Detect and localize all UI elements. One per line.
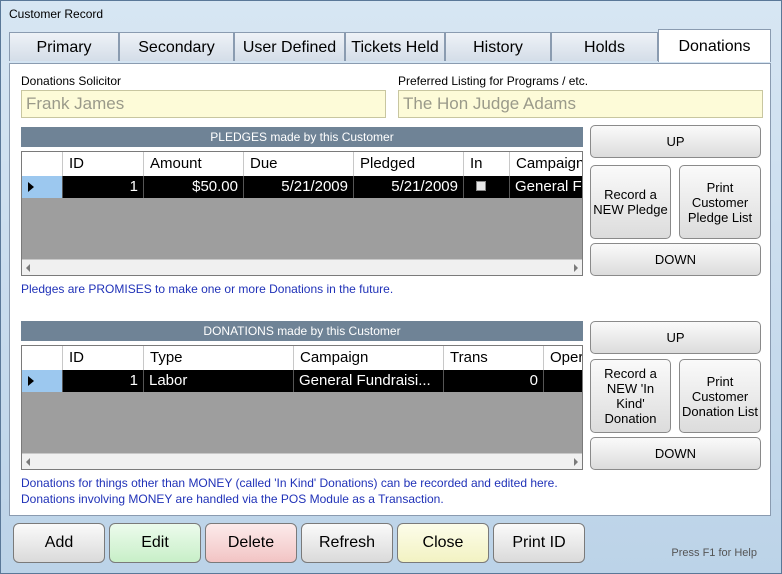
grid-corner bbox=[22, 346, 62, 370]
row-pointer-icon bbox=[28, 376, 34, 386]
scroll-left-icon[interactable] bbox=[26, 264, 30, 272]
cell-oper bbox=[543, 370, 582, 392]
col-trans[interactable]: Trans bbox=[443, 346, 543, 370]
cell-due: 5/21/2009 bbox=[243, 176, 353, 198]
close-button[interactable]: Close bbox=[397, 523, 489, 563]
add-button[interactable]: Add bbox=[13, 523, 105, 563]
cell-campaign: General Fu bbox=[509, 176, 582, 198]
pledges-scrollbar[interactable] bbox=[22, 259, 582, 275]
scroll-left-icon[interactable] bbox=[26, 458, 30, 466]
grid-corner bbox=[22, 152, 62, 176]
tab-holds[interactable]: Holds bbox=[551, 32, 658, 61]
col-id[interactable]: ID bbox=[62, 346, 143, 370]
pledges-grid[interactable]: ID Amount Due Pledged In Campaign 1 $50.… bbox=[21, 151, 583, 276]
print-id-button[interactable]: Print ID bbox=[493, 523, 585, 563]
scroll-right-icon[interactable] bbox=[574, 264, 578, 272]
edit-button[interactable]: Edit bbox=[109, 523, 201, 563]
window-title: Customer Record bbox=[9, 7, 104, 21]
row-selector[interactable] bbox=[22, 176, 62, 198]
solicitor-field[interactable]: Frank James bbox=[21, 90, 386, 118]
print-donation-list-button[interactable]: Print Customer Donation List bbox=[679, 359, 761, 433]
cell-id: 1 bbox=[62, 370, 143, 392]
customer-record-window: Customer Record Primary Secondary User D… bbox=[0, 0, 782, 574]
col-campaign[interactable]: Campaign bbox=[509, 152, 582, 176]
record-pledge-button[interactable]: Record a NEW Pledge bbox=[590, 165, 671, 239]
scroll-right-icon[interactable] bbox=[574, 458, 578, 466]
cell-pledged: 5/21/2009 bbox=[353, 176, 463, 198]
tab-history[interactable]: History bbox=[445, 32, 551, 61]
cell-amount: $50.00 bbox=[143, 176, 243, 198]
refresh-button[interactable]: Refresh bbox=[301, 523, 393, 563]
cell-id: 1 bbox=[62, 176, 143, 198]
col-id[interactable]: ID bbox=[62, 152, 143, 176]
row-pointer-icon bbox=[28, 182, 34, 192]
donation-down-button[interactable]: DOWN bbox=[590, 437, 761, 470]
col-due[interactable]: Due bbox=[243, 152, 353, 176]
col-campaign[interactable]: Campaign bbox=[293, 346, 443, 370]
col-amount[interactable]: Amount bbox=[143, 152, 243, 176]
col-in[interactable]: In bbox=[463, 152, 509, 176]
pledge-down-button[interactable]: DOWN bbox=[590, 243, 761, 276]
tab-user-defined[interactable]: User Defined bbox=[234, 32, 345, 61]
col-type[interactable]: Type bbox=[143, 346, 293, 370]
tab-tickets-held[interactable]: Tickets Held bbox=[345, 32, 445, 61]
donations-header: DONATIONS made by this Customer bbox=[21, 321, 583, 341]
listing-label: Preferred Listing for Programs / etc. bbox=[398, 74, 589, 88]
col-pledged[interactable]: Pledged bbox=[353, 152, 463, 176]
donations-grid-header: ID Type Campaign Trans Oper bbox=[22, 346, 582, 371]
donation-up-button[interactable]: UP bbox=[590, 321, 761, 354]
title-bar[interactable]: Customer Record bbox=[1, 1, 781, 27]
table-row[interactable]: 1 $50.00 5/21/2009 5/21/2009 General Fu bbox=[62, 176, 582, 198]
tab-primary[interactable]: Primary bbox=[9, 32, 119, 61]
row-selector[interactable] bbox=[22, 370, 62, 392]
in-checkbox[interactable] bbox=[476, 181, 486, 191]
cell-type: Labor bbox=[143, 370, 293, 392]
pledges-header: PLEDGES made by this Customer bbox=[21, 127, 583, 147]
solicitor-label: Donations Solicitor bbox=[21, 74, 122, 88]
donations-grid[interactable]: ID Type Campaign Trans Oper 1 Labor Gene… bbox=[21, 345, 583, 470]
print-pledge-list-button[interactable]: Print Customer Pledge List bbox=[679, 165, 761, 239]
pledges-note: Pledges are PROMISES to make one or more… bbox=[21, 282, 394, 296]
col-oper[interactable]: Oper bbox=[543, 346, 582, 370]
listing-field[interactable]: The Hon Judge Adams bbox=[398, 90, 763, 118]
record-in-kind-button[interactable]: Record a NEW 'In Kind' Donation bbox=[590, 359, 671, 433]
donations-note: Donations for things other than MONEY (c… bbox=[21, 476, 558, 506]
help-hint: Press F1 for Help bbox=[671, 547, 757, 559]
table-row[interactable]: 1 Labor General Fundraisi... 0 bbox=[62, 370, 582, 392]
pledges-grid-header: ID Amount Due Pledged In Campaign bbox=[22, 152, 582, 177]
cell-campaign: General Fundraisi... bbox=[293, 370, 443, 392]
tab-strip: Primary Secondary User Defined Tickets H… bbox=[9, 29, 771, 64]
pledge-up-button[interactable]: UP bbox=[590, 125, 761, 158]
delete-button[interactable]: Delete bbox=[205, 523, 297, 563]
donations-scrollbar[interactable] bbox=[22, 453, 582, 469]
tab-secondary[interactable]: Secondary bbox=[119, 32, 234, 61]
tab-donations[interactable]: Donations bbox=[658, 29, 771, 62]
cell-in bbox=[463, 176, 509, 198]
cell-trans: 0 bbox=[443, 370, 543, 392]
